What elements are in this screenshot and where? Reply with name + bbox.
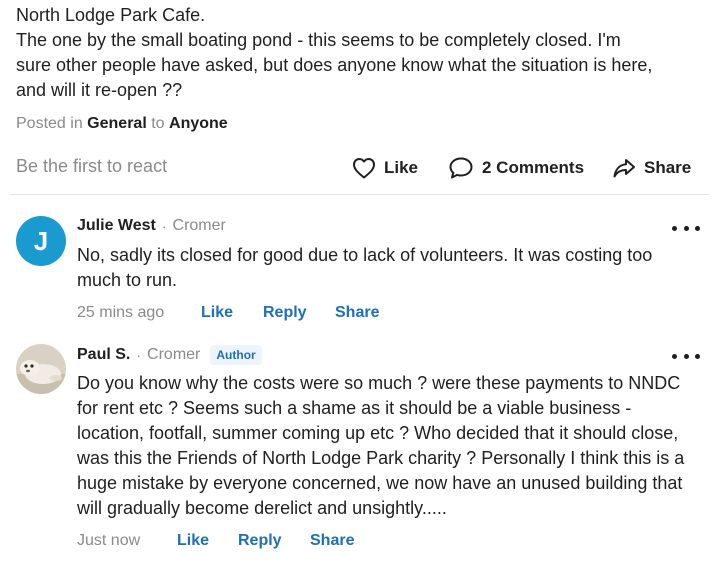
comment-footer: Just now Like Reply Share bbox=[77, 532, 354, 550]
comment-line: Do you know why the costs were so much ?… bbox=[77, 373, 681, 393]
separator-dot: · bbox=[136, 347, 142, 363]
post-line: sure other people have asked, but does a… bbox=[16, 55, 653, 75]
comment-line: location, footfall, summer coming up etc… bbox=[77, 423, 679, 443]
comment-bubble-icon bbox=[448, 156, 474, 180]
like-button[interactable]: Like bbox=[352, 154, 418, 182]
more-options-icon[interactable] bbox=[672, 220, 700, 236]
seal-photo-icon bbox=[16, 344, 66, 394]
commenter-location: Cromer bbox=[172, 217, 226, 234]
comment-reply-button[interactable]: Reply bbox=[238, 532, 310, 550]
more-options-icon[interactable] bbox=[672, 348, 700, 364]
post-body: North Lodge Park Cafe. The one by the sm… bbox=[16, 3, 706, 103]
audience-link[interactable]: Anyone bbox=[169, 115, 228, 132]
comment-line: huge mistake by everyone concerned, we n… bbox=[77, 473, 683, 493]
posted-in-line: Posted in General to Anyone bbox=[16, 115, 228, 133]
reaction-bar: Be the first to react Like 2 Comments Sh… bbox=[0, 150, 719, 186]
comment-like-button[interactable]: Like bbox=[177, 532, 238, 550]
comment-share-button[interactable]: Share bbox=[335, 304, 379, 322]
divider bbox=[10, 194, 709, 195]
comment-line: No, sadly its closed for good due to lac… bbox=[77, 245, 653, 265]
comments-button[interactable]: 2 Comments bbox=[448, 154, 584, 182]
comment-timestamp: Just now bbox=[77, 532, 141, 549]
avatar[interactable]: J bbox=[16, 216, 66, 266]
commenter-name[interactable]: Paul S. bbox=[77, 346, 130, 364]
comment-line: for rent etc ? Seems such a shame as it … bbox=[77, 398, 632, 418]
post-line: North Lodge Park Cafe. bbox=[16, 5, 206, 25]
avatar-letter: J bbox=[33, 225, 49, 256]
share-arrow-icon bbox=[612, 157, 636, 179]
heart-icon bbox=[352, 157, 376, 179]
commenter-location: Cromer bbox=[147, 346, 201, 363]
share-label: Share bbox=[644, 158, 692, 177]
comments-label: 2 Comments bbox=[482, 158, 585, 177]
comment-reply-button[interactable]: Reply bbox=[263, 304, 335, 322]
comment-line: much to run. bbox=[77, 270, 178, 290]
comment-header: Julie West · Cromer bbox=[77, 217, 226, 235]
posted-in-label: Posted in bbox=[16, 115, 83, 132]
comment-footer: 25 mins ago Like Reply Share bbox=[77, 304, 379, 322]
comment-line: will gradually become derelict and unsig… bbox=[77, 498, 447, 518]
first-react-text: Be the first to react bbox=[16, 156, 168, 176]
like-label: Like bbox=[384, 158, 419, 177]
comment-text: Do you know why the costs were so much ?… bbox=[77, 371, 707, 521]
to-label: to bbox=[151, 115, 165, 132]
comment-share-button[interactable]: Share bbox=[310, 532, 354, 550]
separator-dot: · bbox=[161, 218, 167, 234]
post-line: and will it re-open ?? bbox=[16, 80, 183, 100]
comment-like-button[interactable]: Like bbox=[201, 304, 263, 322]
comment-header: Paul S. · Cromer Author bbox=[77, 345, 262, 365]
comment-text: No, sadly its closed for good due to lac… bbox=[77, 243, 707, 293]
comment-timestamp: 25 mins ago bbox=[77, 304, 165, 321]
share-button[interactable]: Share bbox=[612, 154, 691, 182]
commenter-name[interactable]: Julie West bbox=[77, 217, 156, 235]
avatar[interactable] bbox=[16, 344, 66, 394]
comment-line: was this the Friends of North Lodge Park… bbox=[77, 448, 685, 468]
author-badge: Author bbox=[210, 345, 262, 365]
category-link[interactable]: General bbox=[87, 115, 147, 132]
post-line: The one by the small boating pond - this… bbox=[16, 30, 621, 50]
